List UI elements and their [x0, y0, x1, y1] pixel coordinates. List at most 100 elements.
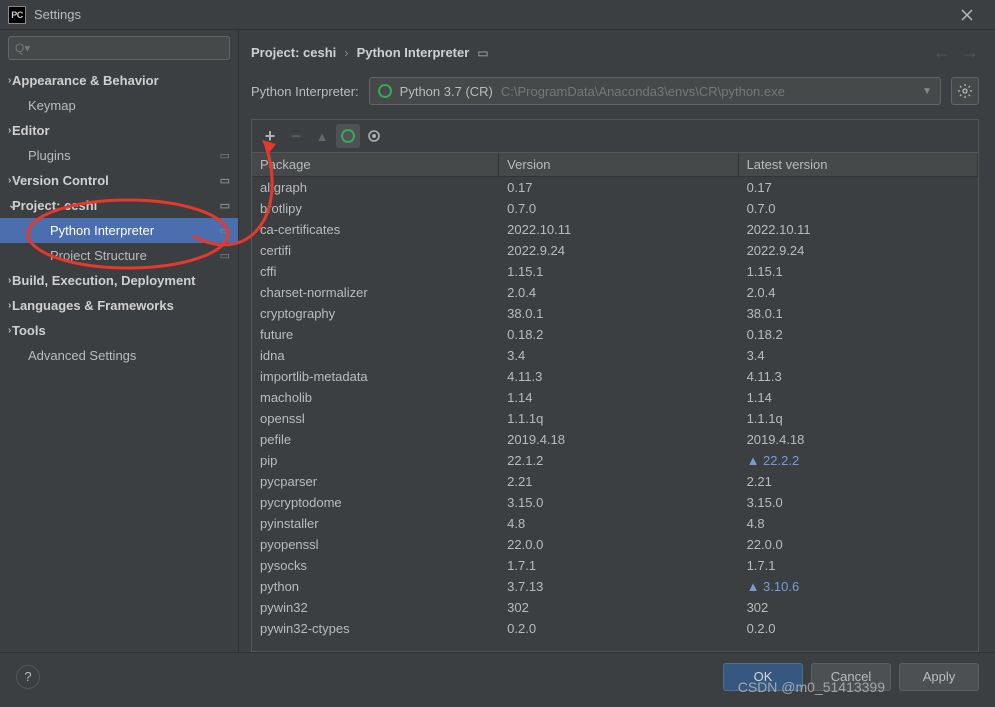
cell-package: future	[252, 324, 499, 345]
close-button[interactable]	[947, 0, 987, 30]
col-latest[interactable]: Latest version	[738, 153, 977, 177]
cell-latest: 38.0.1	[738, 303, 977, 324]
cell-version: 302	[499, 597, 738, 618]
cell-package: pip	[252, 450, 499, 471]
interpreter-settings-button[interactable]	[951, 77, 979, 105]
cell-package: cryptography	[252, 303, 499, 324]
table-row[interactable]: openssl1.1.1q1.1.1q	[252, 408, 978, 429]
cell-latest: 302	[738, 597, 977, 618]
table-row[interactable]: pycryptodome3.15.03.15.0	[252, 492, 978, 513]
cell-latest: ▲ 3.10.6	[738, 576, 977, 597]
breadcrumb-project: Project: ceshi	[251, 45, 336, 60]
cell-latest: 2.21	[738, 471, 977, 492]
ok-button[interactable]: OK	[723, 663, 803, 691]
chevron-right-icon: ›	[8, 325, 11, 336]
table-row[interactable]: brotlipy0.7.00.7.0	[252, 198, 978, 219]
sidebar-item-label: Project: ceshi	[12, 198, 220, 213]
table-row[interactable]: pywin32302302	[252, 597, 978, 618]
table-row[interactable]: importlib-metadata4.11.34.11.3	[252, 366, 978, 387]
table-row[interactable]: charset-normalizer2.0.42.0.4	[252, 282, 978, 303]
interpreter-path: C:\ProgramData\Anaconda3\envs\CR\python.…	[501, 84, 785, 99]
chevron-right-icon: ›	[8, 75, 11, 86]
sidebar-item-python-interpreter[interactable]: Python Interpreter▭	[0, 218, 238, 243]
cell-version: 0.7.0	[499, 198, 738, 219]
sidebar-item-advanced-settings[interactable]: Advanced Settings	[0, 343, 238, 368]
cell-version: 2019.4.18	[499, 429, 738, 450]
col-package[interactable]: Package	[252, 153, 499, 177]
cell-version: 0.18.2	[499, 324, 738, 345]
chevron-right-icon: ›	[8, 275, 11, 286]
sidebar-item-label: Editor	[12, 123, 238, 138]
chevron-right-icon: ›	[8, 175, 11, 186]
sidebar-item-version-control[interactable]: ›Version Control▭	[0, 168, 238, 193]
breadcrumb-page: Python Interpreter	[357, 45, 470, 60]
cell-package: pyopenssl	[252, 534, 499, 555]
cell-package: idna	[252, 345, 499, 366]
cell-latest: 0.2.0	[738, 618, 977, 639]
apply-button[interactable]: Apply	[899, 663, 979, 691]
sidebar-item-appearance-behavior[interactable]: ›Appearance & Behavior	[0, 68, 238, 93]
cell-latest: 3.4	[738, 345, 977, 366]
conda-button[interactable]	[336, 124, 360, 148]
sidebar-item-label: Appearance & Behavior	[12, 73, 238, 88]
cell-version: 1.15.1	[499, 261, 738, 282]
sidebar-item-label: Keymap	[28, 98, 238, 113]
cancel-button[interactable]: Cancel	[811, 663, 891, 691]
table-row[interactable]: pycparser2.212.21	[252, 471, 978, 492]
cell-package: pysocks	[252, 555, 499, 576]
table-row[interactable]: ca-certificates2022.10.112022.10.11	[252, 219, 978, 240]
sidebar-item-project-ceshi[interactable]: ⌄Project: ceshi▭	[0, 193, 238, 218]
col-version[interactable]: Version	[499, 153, 738, 177]
sidebar-item-project-structure[interactable]: Project Structure▭	[0, 243, 238, 268]
chevron-right-icon: ›	[8, 125, 11, 136]
cell-version: 1.7.1	[499, 555, 738, 576]
sidebar-item-label: Plugins	[28, 148, 220, 163]
table-row[interactable]: certifi2022.9.242022.9.24	[252, 240, 978, 261]
sidebar-item-label: Tools	[12, 323, 238, 338]
cell-package: certifi	[252, 240, 499, 261]
upgrade-package-button: ▲	[310, 124, 334, 148]
sidebar-item-tools[interactable]: ›Tools	[0, 318, 238, 343]
remove-package-button: −	[284, 124, 308, 148]
table-row[interactable]: pefile2019.4.182019.4.18	[252, 429, 978, 450]
help-button[interactable]: ?	[16, 665, 40, 689]
cell-version: 1.14	[499, 387, 738, 408]
sidebar-item-label: Project Structure	[50, 248, 220, 263]
sidebar-item-plugins[interactable]: Plugins▭	[0, 143, 238, 168]
table-row[interactable]: idna3.43.4	[252, 345, 978, 366]
sidebar-item-editor[interactable]: ›Editor	[0, 118, 238, 143]
sidebar-item-keymap[interactable]: Keymap	[0, 93, 238, 118]
table-row[interactable]: altgraph0.170.17	[252, 177, 978, 198]
table-row[interactable]: pysocks1.7.11.7.1	[252, 555, 978, 576]
table-row[interactable]: cffi1.15.11.15.1	[252, 261, 978, 282]
cell-latest: 2.0.4	[738, 282, 977, 303]
cell-version: 2022.9.24	[499, 240, 738, 261]
table-row[interactable]: pywin32-ctypes0.2.00.2.0	[252, 618, 978, 639]
search-input[interactable]	[8, 36, 230, 60]
nav-back-icon[interactable]: ←	[933, 42, 951, 63]
scope-icon: ▭	[220, 174, 230, 187]
cell-latest: 3.15.0	[738, 492, 977, 513]
table-row[interactable]: pyopenssl22.0.022.0.0	[252, 534, 978, 555]
table-row[interactable]: macholib1.141.14	[252, 387, 978, 408]
table-row[interactable]: cryptography38.0.138.0.1	[252, 303, 978, 324]
nav-forward-icon[interactable]: →	[961, 42, 979, 63]
cell-latest: 0.7.0	[738, 198, 977, 219]
window-title: Settings	[34, 7, 947, 22]
add-package-button[interactable]: +	[258, 124, 282, 148]
cell-package: pycryptodome	[252, 492, 499, 513]
cell-latest: 1.15.1	[738, 261, 977, 282]
scope-icon: ▭	[477, 46, 488, 60]
package-table[interactable]: Package Version Latest version altgraph0…	[251, 152, 979, 652]
table-row[interactable]: pyinstaller4.84.8	[252, 513, 978, 534]
interpreter-label: Python Interpreter:	[251, 84, 359, 99]
table-row[interactable]: pip22.1.2▲ 22.2.2	[252, 450, 978, 471]
interpreter-dropdown[interactable]: Python 3.7 (CR) C:\ProgramData\Anaconda3…	[369, 77, 941, 105]
cell-version: 38.0.1	[499, 303, 738, 324]
early-release-button[interactable]	[362, 124, 386, 148]
sidebar-item-languages-frameworks[interactable]: ›Languages & Frameworks	[0, 293, 238, 318]
sidebar-item-build-execution-deployment[interactable]: ›Build, Execution, Deployment	[0, 268, 238, 293]
cell-package: charset-normalizer	[252, 282, 499, 303]
table-row[interactable]: python3.7.13▲ 3.10.6	[252, 576, 978, 597]
table-row[interactable]: future0.18.20.18.2	[252, 324, 978, 345]
